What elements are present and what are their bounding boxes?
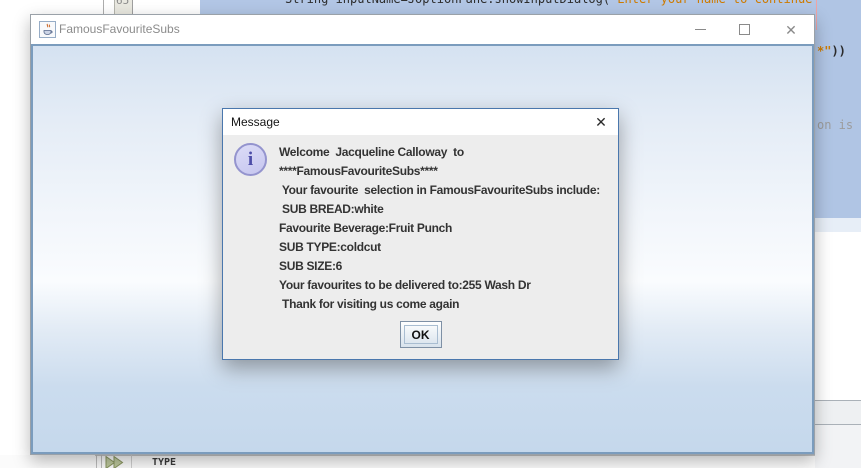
output-panel-border	[95, 455, 815, 456]
dialog-title: Message	[231, 115, 280, 129]
output-gutter-line	[131, 455, 132, 468]
minimize-icon	[694, 29, 706, 30]
editor-line-number: 65	[116, 0, 130, 7]
message-line: SUB BREAD:white	[279, 202, 384, 216]
editor-comment-fragment: on is	[817, 118, 854, 132]
close-icon: ✕	[595, 113, 607, 130]
close-button[interactable]: ✕	[778, 15, 804, 44]
message-line: SUB SIZE:6	[279, 259, 343, 273]
message-line: ****FamousFavouriteSubs****	[279, 164, 438, 178]
ok-button[interactable]: OK	[399, 321, 442, 348]
dialog-close-button[interactable]: ✕	[590, 109, 612, 135]
screenshot-stage: 65 String inputName=JOptionPane.showInpu…	[0, 0, 861, 468]
editor-gutter-divider	[103, 0, 104, 14]
editor-selection-pale-line	[815, 218, 861, 232]
panel-band	[815, 401, 861, 424]
rerun-icon[interactable]	[105, 455, 129, 468]
message-dialog: Message ✕ i Welcome Jacqueline Calloway …	[222, 108, 619, 360]
code-string-fragment: "Enter your name to continue:")	[610, 0, 834, 6]
app-titlebar[interactable]: FamousFavouriteSubs ✕	[31, 15, 814, 44]
editor-selection-band: String inputName=JOptionPane.showInputDi…	[200, 0, 861, 14]
editor-margin-guide	[816, 0, 817, 30]
ok-button-label: OK	[411, 327, 430, 342]
editor-right-strip: *")) on is	[815, 0, 861, 468]
dialog-titlebar[interactable]: Message ✕	[223, 109, 618, 135]
editor-top-strip: 65 String inputName=JOptionPane.showInpu…	[0, 0, 861, 14]
dialog-message: Welcome Jacqueline Calloway to ****Famou…	[279, 143, 600, 314]
editor-code-fragment-right: *"))	[817, 44, 846, 58]
minimize-button[interactable]	[687, 15, 713, 44]
info-icon-glyph: i	[247, 148, 254, 170]
editor-selection-right	[815, 0, 861, 218]
code-string-fragment: *"	[817, 44, 832, 58]
message-line: Favourite Beverage:Fruit Punch	[279, 221, 453, 235]
maximize-button[interactable]	[731, 15, 757, 44]
message-line: Thank for visiting us come again	[279, 297, 460, 311]
info-icon: i	[234, 143, 267, 176]
close-icon: ✕	[785, 21, 797, 38]
message-line: Your favourite selection in FamousFavour…	[279, 183, 600, 197]
code-paren-fragment: ))	[831, 44, 846, 58]
message-line: SUB TYPE:coldcut	[279, 240, 381, 254]
output-gutter-line	[101, 455, 102, 468]
app-window-title: FamousFavouriteSubs	[59, 22, 180, 36]
message-line: Your favourites to be delivered to:255 W…	[279, 278, 531, 292]
output-gutter-line	[96, 455, 97, 468]
panel-band	[815, 425, 861, 468]
maximize-icon	[738, 24, 750, 35]
java-app-icon	[39, 21, 56, 38]
code-dark-fragment: String inputName=JOptionPane.showInputDi…	[285, 0, 610, 6]
output-text-fragment: TYPE	[152, 457, 177, 468]
output-panel-strip: TYPE	[0, 455, 815, 468]
dialog-body: i Welcome Jacqueline Calloway to ****Fam…	[223, 135, 618, 359]
message-line: Welcome Jacqueline Calloway to	[279, 145, 464, 159]
editor-code-line-clipped: String inputName=JOptionPane.showInputDi…	[285, 0, 834, 6]
